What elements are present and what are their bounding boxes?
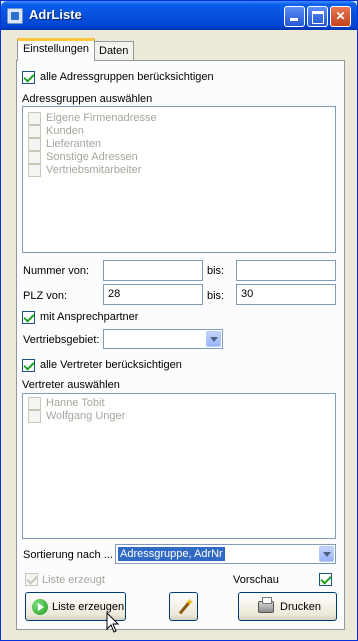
number-to-input[interactable] xyxy=(236,260,336,281)
reps-select-label: Vertreter auswählen xyxy=(22,379,120,391)
list-item-checkbox[interactable] xyxy=(28,410,41,423)
all-reps-label: alle Vertreter berücksichtigen xyxy=(40,359,182,371)
list-created-label: Liste erzeugt xyxy=(42,574,105,586)
list-item-checkbox[interactable] xyxy=(28,151,41,164)
chevron-down-icon[interactable] xyxy=(319,546,334,562)
preview-label: Vorschau xyxy=(233,574,279,586)
sales-area-dropdown[interactable] xyxy=(103,329,223,349)
all-address-groups-label: alle Adressgruppen berücksichtigen xyxy=(40,71,214,83)
print-button[interactable]: Drucken xyxy=(238,592,337,621)
list-item-label: Lieferanten xyxy=(46,138,102,150)
printer-icon xyxy=(258,597,274,613)
list-created-checkbox xyxy=(25,573,38,586)
address-groups-list[interactable]: Eigene Firmenadresse Kunden Lieferanten … xyxy=(22,106,336,253)
sort-value: Adressgruppe, AdrNr xyxy=(118,547,225,561)
all-address-groups-checkbox[interactable] xyxy=(22,71,35,84)
sort-dropdown[interactable]: Adressgruppe, AdrNr xyxy=(115,544,336,564)
number-from-label: Nummer von: xyxy=(23,265,90,277)
number-from-input[interactable] xyxy=(103,260,203,281)
title-bar[interactable]: AdrListe ✕ xyxy=(1,1,357,30)
print-button-label: Drucken xyxy=(280,601,321,613)
list-item-checkbox[interactable] xyxy=(28,138,41,151)
preview-checkbox[interactable] xyxy=(319,573,332,586)
tab-einstellungen[interactable]: Einstellungen xyxy=(17,38,96,61)
close-button[interactable]: ✕ xyxy=(330,6,351,27)
go-arrow-icon xyxy=(32,599,48,615)
mouse-cursor-icon xyxy=(106,612,120,633)
list-item-label: Eigene Firmenadresse xyxy=(46,112,157,124)
list-item-label: Wolfgang Unger xyxy=(46,410,126,422)
list-item-label: Sonstige Adressen xyxy=(46,151,138,163)
chevron-down-icon[interactable] xyxy=(206,331,221,347)
list-item-label: Hanne Tobit xyxy=(46,397,105,409)
list-item-checkbox[interactable] xyxy=(28,164,41,177)
window-title: AdrListe xyxy=(29,7,82,22)
list-item-checkbox[interactable] xyxy=(28,125,41,138)
plz-to-label: bis: xyxy=(207,290,225,302)
app-icon xyxy=(7,8,23,24)
sort-label: Sortierung nach ... xyxy=(23,549,113,561)
contact-person-label: mit Ansprechpartner xyxy=(40,311,139,323)
list-item-label: Kunden xyxy=(46,125,84,137)
magic-wand-button[interactable] xyxy=(169,592,198,621)
list-item-label: Vertriebsmitarbeiter xyxy=(46,164,142,176)
list-item-checkbox[interactable] xyxy=(28,397,41,410)
number-to-label: bis: xyxy=(207,265,225,277)
maximize-button[interactable] xyxy=(307,6,328,27)
list-item-checkbox[interactable] xyxy=(28,112,41,125)
app-window: AdrListe ✕ Einstellungen Daten alle Adre… xyxy=(0,0,358,641)
magic-wand-icon xyxy=(177,596,194,615)
plz-from-input[interactable]: 28 xyxy=(103,284,203,305)
reps-list[interactable]: Hanne Tobit Wolfgang Unger xyxy=(22,393,336,539)
address-groups-select-label: Adressgruppen auswählen xyxy=(22,93,153,105)
tab-daten[interactable]: Daten xyxy=(93,41,135,62)
sales-area-label: Vertriebsgebiet: xyxy=(23,334,100,346)
all-reps-checkbox[interactable] xyxy=(22,359,35,372)
contact-person-checkbox[interactable] xyxy=(22,311,35,324)
plz-to-input[interactable]: 30 xyxy=(236,284,336,305)
minimize-button[interactable] xyxy=(284,6,305,27)
plz-from-label: PLZ von: xyxy=(23,290,68,302)
